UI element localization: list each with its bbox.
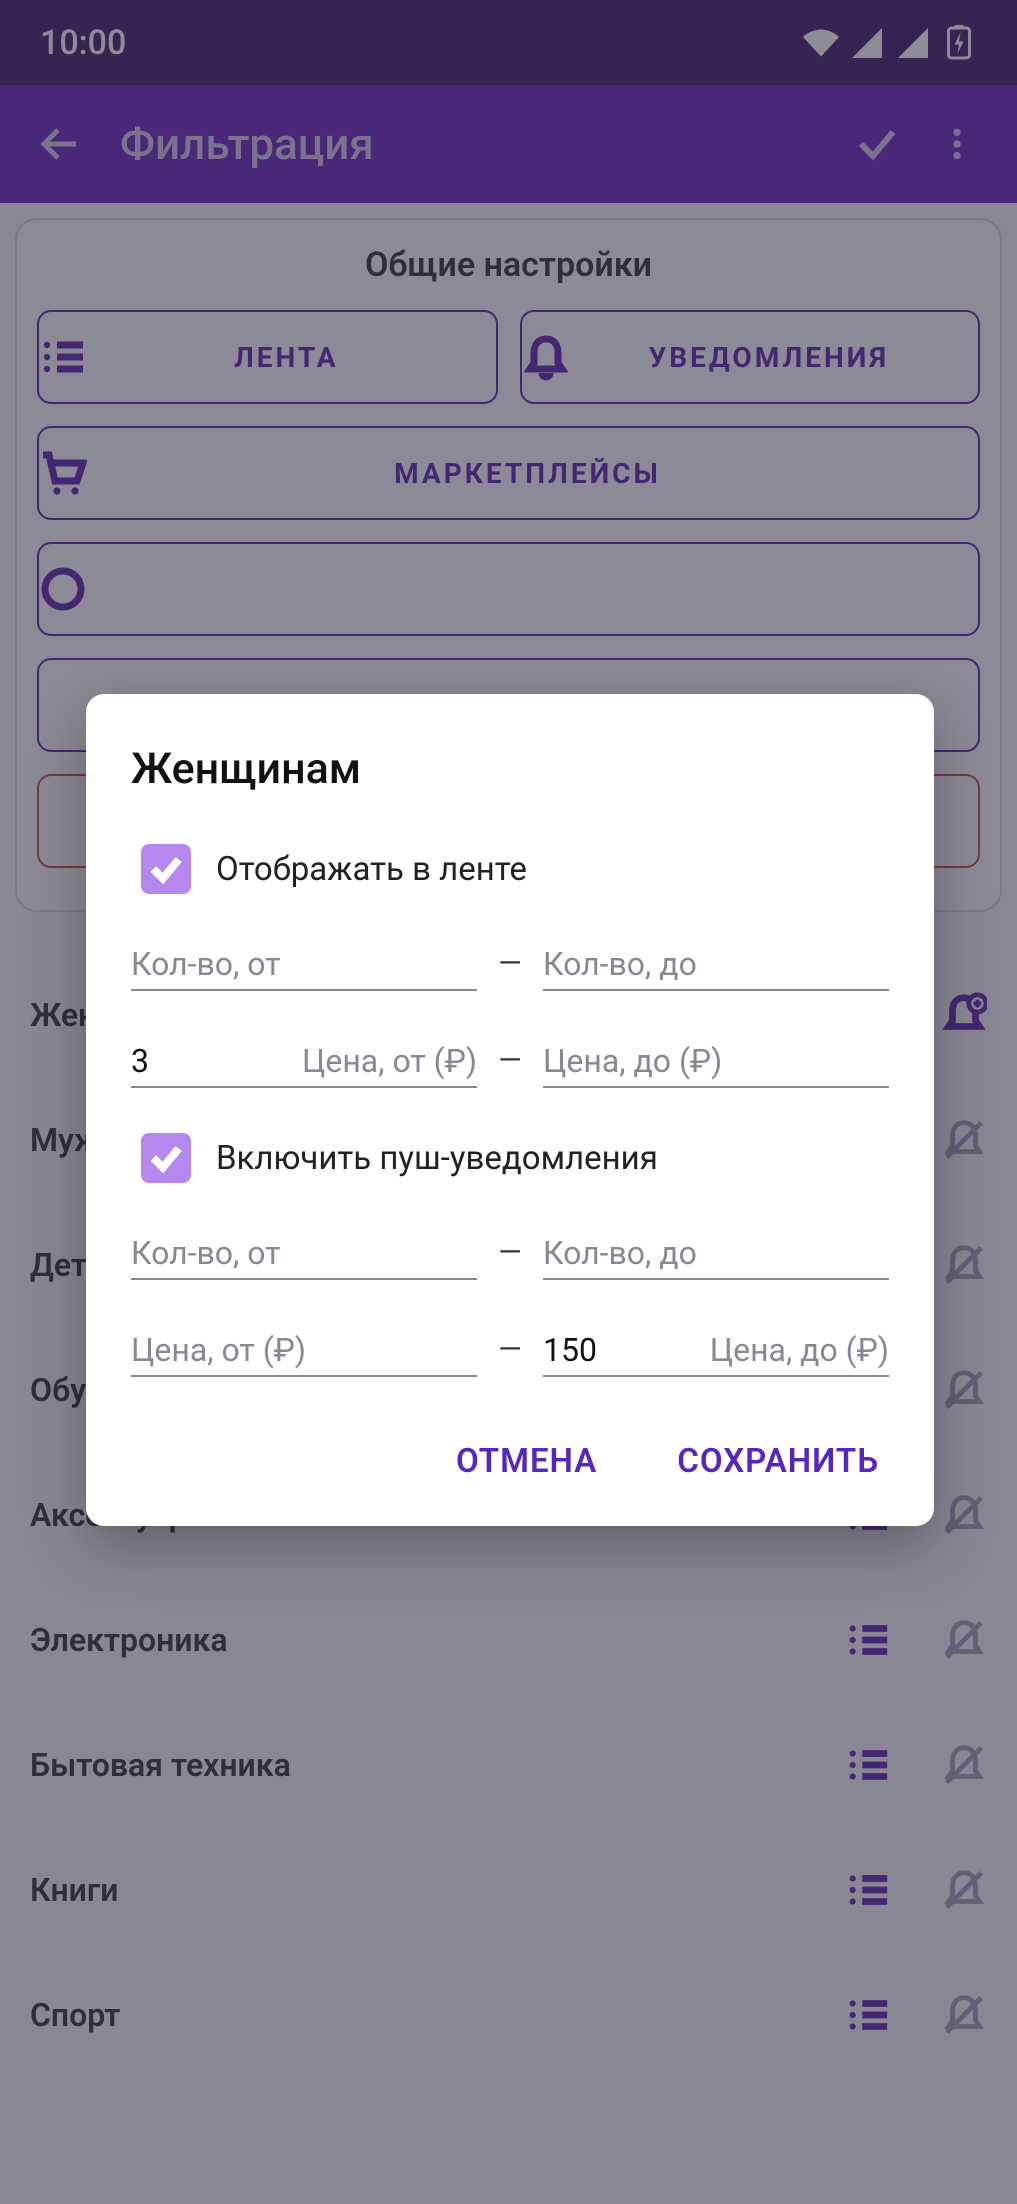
input-placeholder: Кол-во, до (543, 945, 697, 983)
input-placeholder: Цена, от (₽) (131, 1331, 306, 1369)
check-icon (147, 1139, 185, 1177)
show-in-feed-checkbox[interactable] (141, 844, 191, 894)
enable-push-checkbox[interactable] (141, 1133, 191, 1183)
input-placeholder: Кол-во, до (543, 1234, 697, 1272)
category-filter-dialog: Женщинам Отображать в ленте Кол-во, от —… (86, 694, 934, 1526)
range-dash: — (495, 1332, 525, 1377)
input-placeholder: Цена, до (₽) (710, 1331, 889, 1369)
check-icon (147, 850, 185, 888)
input-placeholder: Цена, до (₽) (543, 1042, 722, 1080)
push-price-to-input[interactable]: 150 Цена, до (₽) (543, 1325, 889, 1377)
range-dash: — (495, 946, 525, 991)
push-qty-from-input[interactable]: Кол-во, от (131, 1228, 477, 1280)
input-placeholder: Кол-во, от (131, 945, 281, 983)
feed-qty-from-input[interactable]: Кол-во, от (131, 939, 477, 991)
input-placeholder: Кол-во, от (131, 1234, 281, 1272)
feed-price-from-input[interactable]: 3 Цена, от (₽) (131, 1036, 477, 1088)
input-placeholder: Цена, от (₽) (302, 1042, 477, 1080)
range-dash: — (495, 1235, 525, 1280)
feed-price-to-input[interactable]: Цена, до (₽) (543, 1036, 889, 1088)
input-value: 3 (131, 1042, 149, 1080)
save-button[interactable]: СОХРАНИТЬ (667, 1427, 889, 1496)
push-price-from-input[interactable]: Цена, от (₽) (131, 1325, 477, 1377)
dialog-title: Женщинам (131, 744, 889, 794)
range-dash: — (495, 1043, 525, 1088)
show-in-feed-label: Отображать в ленте (216, 850, 527, 889)
enable-push-label: Включить пуш-уведомления (216, 1139, 658, 1178)
input-value: 150 (543, 1331, 597, 1369)
feed-qty-to-input[interactable]: Кол-во, до (543, 939, 889, 991)
push-qty-to-input[interactable]: Кол-во, до (543, 1228, 889, 1280)
cancel-button[interactable]: ОТМЕНА (446, 1427, 607, 1496)
